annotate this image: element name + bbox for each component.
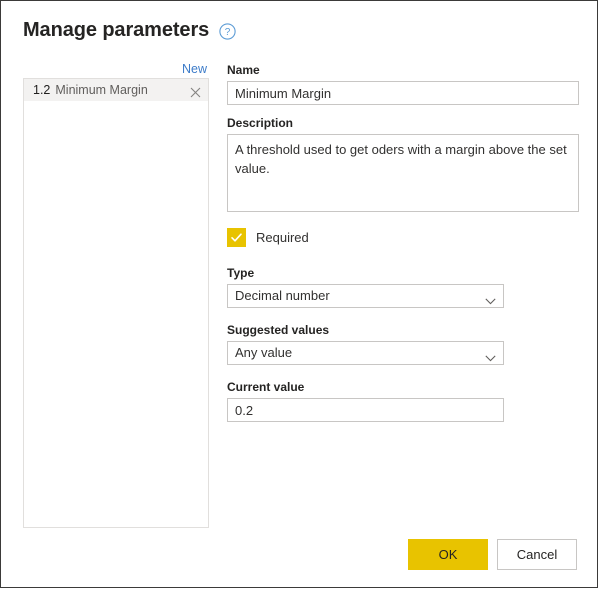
description-input[interactable]: A threshold used to get oders with a mar… xyxy=(227,134,579,212)
svg-text:?: ? xyxy=(225,27,231,38)
cancel-button[interactable]: Cancel xyxy=(497,539,577,570)
name-label: Name xyxy=(227,63,260,77)
current-value-input[interactable] xyxy=(227,398,504,422)
dialog-header: Manage parameters ? xyxy=(23,17,236,43)
ok-button[interactable]: OK xyxy=(408,539,488,570)
suggested-values-label: Suggested values xyxy=(227,323,330,337)
type-select-wrap: Decimal number xyxy=(227,284,504,308)
name-input[interactable] xyxy=(227,81,579,105)
manage-parameters-dialog: Manage parameters ? New 1.2 Minimum Marg… xyxy=(0,0,598,588)
required-checkbox[interactable]: Required xyxy=(227,228,309,247)
description-label: Description xyxy=(227,116,294,130)
parameter-list: 1.2 Minimum Margin xyxy=(23,78,209,528)
new-parameter-link[interactable]: New xyxy=(182,62,207,77)
list-item-label: Minimum Margin xyxy=(55,83,148,97)
type-select[interactable]: Decimal number xyxy=(227,284,504,308)
current-value-label: Current value xyxy=(227,380,305,394)
close-icon[interactable] xyxy=(190,85,201,97)
suggested-values-select-wrap: Any value xyxy=(227,341,504,365)
list-item-order: 1.2 xyxy=(33,83,51,97)
dialog-footer: OK Cancel xyxy=(408,539,577,570)
required-label: Required xyxy=(256,229,309,245)
parameter-form: Name Description A threshold used to get… xyxy=(227,62,579,422)
suggested-values-select[interactable]: Any value xyxy=(227,341,504,365)
type-label: Type xyxy=(227,266,255,280)
checkmark-icon xyxy=(227,228,246,247)
help-circle-icon[interactable]: ? xyxy=(219,22,236,40)
list-item[interactable]: 1.2 Minimum Margin xyxy=(24,79,208,101)
page-title: Manage parameters xyxy=(23,19,210,41)
